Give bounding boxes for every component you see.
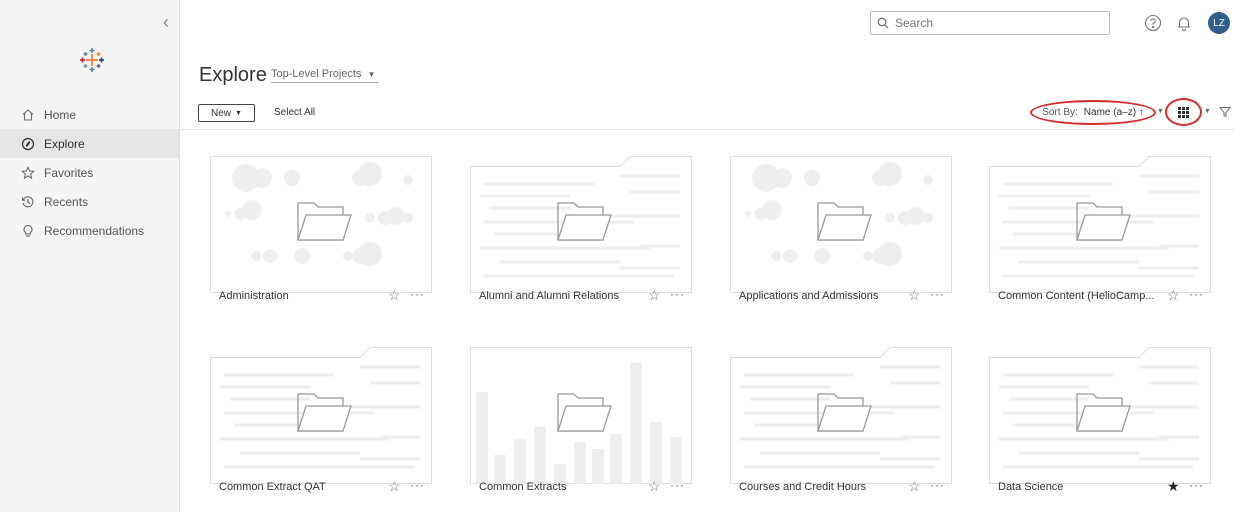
grid-view-icon [1178, 106, 1189, 118]
project-thumbnail[interactable] [470, 156, 692, 293]
notifications-bell-icon[interactable] [1175, 14, 1193, 32]
sidebar-item-label: Recommendations [44, 223, 145, 238]
search-icon [877, 17, 889, 29]
new-button[interactable]: New ▼ [198, 104, 255, 122]
sort-dropdown[interactable]: Sort By: Name (a–z) ↑ [1030, 100, 1156, 125]
sidebar-item-label: Favorites [44, 165, 94, 180]
more-actions-icon[interactable]: ··· [1189, 287, 1204, 301]
project-filter-label: Top-Level Projects [271, 68, 362, 80]
filter-icon[interactable] [1219, 106, 1231, 118]
chevron-down-icon: ▼ [367, 70, 376, 79]
project-thumbnail[interactable] [730, 156, 952, 293]
sidebar-item-favorites[interactable]: Favorites [0, 158, 179, 187]
sidebar-item-home[interactable]: Home [0, 100, 179, 129]
tableau-logo [80, 48, 104, 72]
home-icon [20, 107, 36, 123]
compass-icon [20, 136, 36, 152]
chevron-down-icon[interactable]: ▼ [1204, 108, 1211, 115]
sidebar-item-explore[interactable]: Explore [0, 129, 179, 158]
project-name[interactable]: Courses and Credit Hours [739, 481, 866, 493]
favorite-star-icon[interactable]: ☆ [648, 478, 661, 495]
more-actions-icon[interactable]: ··· [930, 478, 945, 492]
sort-value: Name (a–z) ↑ [1083, 107, 1144, 118]
favorite-star-icon[interactable]: ☆ [908, 287, 921, 304]
more-actions-icon[interactable]: ··· [670, 287, 685, 301]
sidebar-item-label: Recents [44, 194, 89, 209]
favorite-star-icon[interactable]: ☆ [648, 287, 661, 304]
history-icon [20, 194, 36, 210]
more-actions-icon[interactable]: ··· [1189, 478, 1204, 492]
star-icon [20, 165, 36, 181]
sidebar-item-recents[interactable]: Recents [0, 187, 179, 216]
sidebar-item-label: Home [44, 107, 77, 122]
favorite-star-icon[interactable]: ☆ [1167, 287, 1180, 304]
more-actions-icon[interactable]: ··· [410, 287, 425, 301]
project-name[interactable]: Data Science [998, 481, 1063, 493]
project-filter-dropdown[interactable]: Top-Level Projects ▼ [271, 68, 380, 83]
search-box[interactable] [870, 11, 1110, 35]
project-name[interactable]: Common Content (HelioCamp... [998, 290, 1155, 302]
more-actions-icon[interactable]: ··· [410, 478, 425, 492]
favorite-star-icon[interactable]: ★ [1167, 478, 1180, 495]
project-thumbnail[interactable] [210, 156, 432, 293]
grid-view-toggle[interactable] [1165, 98, 1202, 126]
page-title: Explore [199, 64, 267, 86]
project-name[interactable]: Applications and Admissions [739, 290, 878, 302]
more-actions-icon[interactable]: ··· [930, 287, 945, 301]
sidebar-nav: Home Explore Favorites Recents Recommend… [0, 100, 179, 245]
project-thumbnail[interactable] [989, 156, 1211, 293]
favorite-star-icon[interactable]: ☆ [908, 478, 921, 495]
favorite-star-icon[interactable]: ☆ [388, 478, 401, 495]
help-icon[interactable] [1144, 14, 1162, 32]
project-thumbnail[interactable] [730, 347, 952, 484]
project-name[interactable]: Administration [219, 290, 289, 302]
search-input[interactable] [895, 16, 1095, 30]
new-button-label: New [211, 107, 232, 119]
toolbar-divider [180, 129, 1235, 130]
sidebar-item-recommendations[interactable]: Recommendations [0, 216, 179, 245]
select-all-button[interactable]: Select All [274, 107, 315, 118]
collapse-sidebar-icon[interactable]: ‹ [163, 12, 169, 33]
project-name[interactable]: Common Extract QAT [219, 481, 326, 493]
sidebar-item-label: Explore [44, 136, 85, 151]
sidebar: ‹ Home Explore Favorites Recents Recomme… [0, 0, 180, 512]
project-thumbnail[interactable] [210, 347, 432, 484]
project-name[interactable]: Alumni and Alumni Relations [479, 290, 619, 302]
project-name[interactable]: Common Extracts [479, 481, 566, 493]
chevron-down-icon: ▼ [235, 109, 242, 117]
user-avatar[interactable]: LZ [1208, 12, 1230, 34]
favorite-star-icon[interactable]: ☆ [388, 287, 401, 304]
lightbulb-icon [20, 223, 36, 239]
sort-label: Sort By: [1042, 107, 1078, 118]
chevron-down-icon[interactable]: ▼ [1157, 108, 1164, 115]
project-thumbnail[interactable] [989, 347, 1211, 484]
project-thumbnail[interactable] [470, 347, 692, 484]
more-actions-icon[interactable]: ··· [670, 478, 685, 492]
